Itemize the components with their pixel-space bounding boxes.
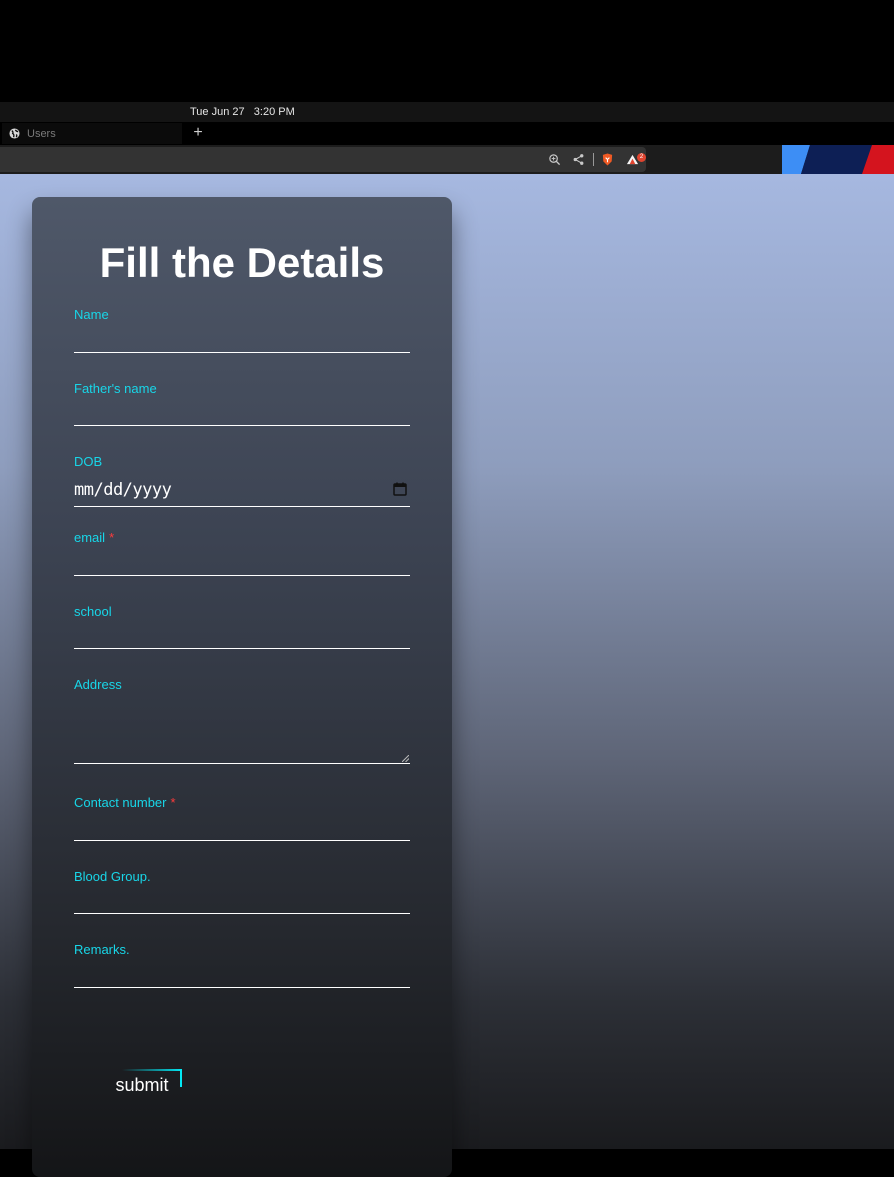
remarks-field-group: Remarks. [74,942,410,988]
father-name-label: Father's name [74,381,157,396]
toolbar-separator [593,153,594,166]
new-tab-button[interactable]: + [190,123,206,143]
dob-placeholder: mm/dd/yyyy [74,480,172,500]
email-field-group: email * [74,530,410,576]
address-field-group: Address [74,677,410,764]
resize-handle-icon[interactable] [402,755,409,762]
blood-group-field-group: Blood Group. [74,869,410,914]
dob-input[interactable]: mm/dd/yyyy [74,472,410,507]
address-textarea[interactable] [74,695,410,764]
dob-label: DOB [74,454,103,469]
calendar-icon[interactable] [393,482,407,496]
contact-field-group: Contact number * [74,795,410,841]
tab-title: Users [27,127,56,140]
address-label: Address [74,677,122,692]
zoom-icon[interactable] [548,153,561,166]
form-title: Fill the Details [99,239,385,286]
name-label: Name [74,307,109,322]
details-form-card: Fill the Details Name Father's name DOB … [32,197,452,1177]
school-field-group: school [74,604,410,649]
browser-toolbar: 2 [0,145,894,174]
dob-field-group: DOB mm/dd/yyyy [74,454,410,507]
browser-tab-users[interactable]: Users [2,123,182,144]
email-input[interactable] [74,552,410,576]
submit-button[interactable]: submit [101,1069,183,1101]
name-input[interactable] [74,329,410,353]
browser-tab-strip: Users + [0,122,894,145]
blood-group-input[interactable] [74,891,410,914]
globe-icon [9,128,20,139]
required-marker: * [170,795,176,810]
required-marker: * [109,530,115,545]
blood-group-label: Blood Group. [74,869,151,884]
brand-stripes-decoration [782,145,894,174]
school-label: school [74,604,112,619]
email-label: email * [74,530,115,545]
contact-input[interactable] [74,817,410,841]
address-bar[interactable]: 2 [0,147,646,172]
father-name-input[interactable] [74,403,410,426]
school-input[interactable] [74,626,410,649]
father-name-field-group: Father's name [74,381,410,426]
name-field-group: Name [74,307,410,353]
system-top-bar: Tue Jun 27 3:20 PM [0,102,894,122]
brave-shield-icon[interactable] [601,153,614,166]
remarks-input[interactable] [74,964,410,988]
contact-label: Contact number * [74,795,176,810]
system-clock: Tue Jun 27 3:20 PM [190,106,295,118]
remarks-label: Remarks. [74,942,130,957]
page-background: Fill the Details Name Father's name DOB … [0,174,894,1177]
share-icon[interactable] [572,153,585,166]
rewards-badge: 2 [637,153,646,162]
